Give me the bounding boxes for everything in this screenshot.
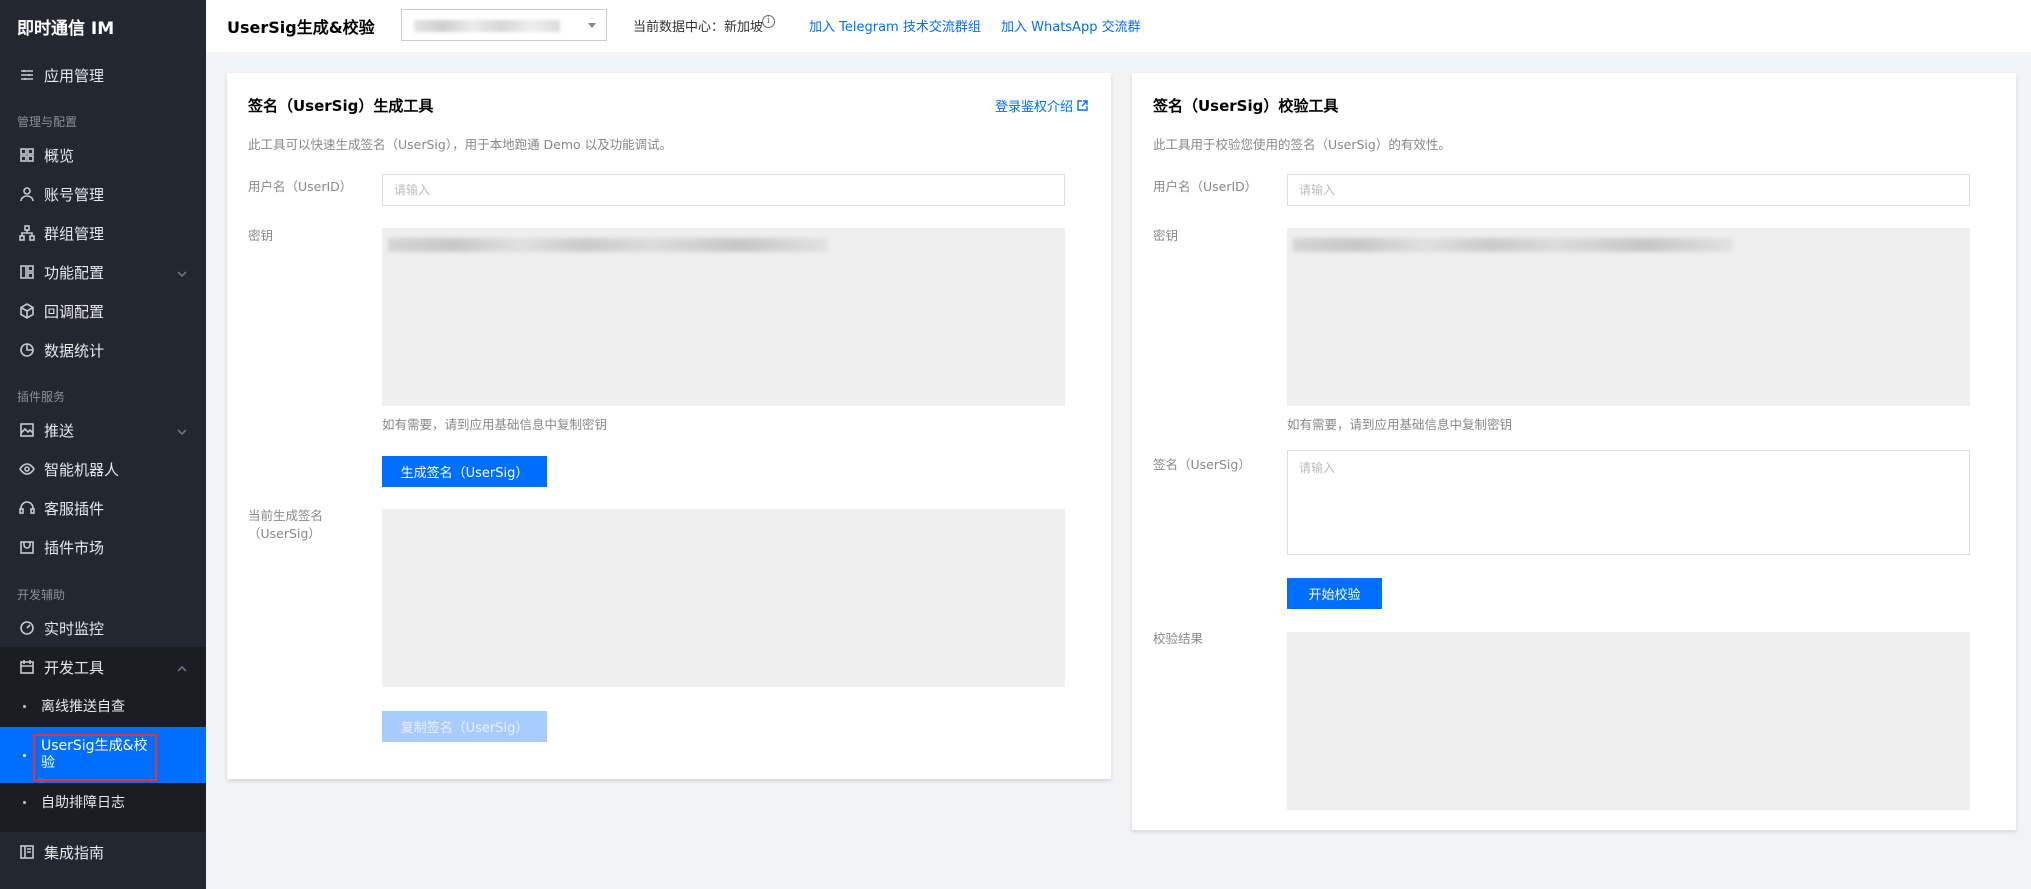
sidebar-item-label: 实时监控 (44, 619, 105, 638)
current-sig-label-line2: （UserSig） (248, 526, 321, 541)
pie-chart-icon (16, 339, 38, 361)
usersig-input[interactable]: 请输入 (1287, 450, 1970, 555)
current-sig-label-line1: 当前生成签名 (248, 508, 324, 523)
sidebar-subitem-troubleshoot[interactable]: 自助排障日志 (0, 783, 206, 821)
external-link-icon (1077, 100, 1088, 111)
sidebar-item-app-management[interactable]: 应用管理 (0, 56, 206, 94)
generate-usersig-button[interactable]: 生成签名（UserSig） (382, 456, 547, 487)
info-icon[interactable]: i (762, 15, 775, 28)
userid-label: 用户名（UserID） (1153, 179, 1258, 194)
sidebar-item-callback-config[interactable]: 回调配置 (0, 292, 206, 330)
start-verify-button[interactable]: 开始校验 (1287, 578, 1382, 609)
sidebar-subitem-offline-push[interactable]: 离线推送自查 (0, 687, 206, 725)
generator-description: 此工具可以快速生成签名（UserSig），用于本地跑通 Demo 以及功能调试。 (248, 137, 673, 152)
userid-input[interactable]: 请输入 (1287, 174, 1970, 206)
cube-icon (16, 300, 38, 322)
sidebar-item-label: 功能配置 (44, 263, 105, 282)
headset-icon (16, 497, 38, 519)
sidebar-item-label: 开发工具 (44, 658, 105, 677)
sidebar-item-label: 应用管理 (44, 66, 105, 85)
telegram-group-link[interactable]: 加入 Telegram 技术交流群组 (809, 16, 981, 35)
sidebar-item-dev-tools[interactable]: 开发工具 (0, 648, 206, 686)
sidebar-item-label: 概览 (44, 146, 75, 165)
verifier-description: 此工具用于校验您使用的签名（UserSig）的有效性。 (1153, 137, 1451, 152)
grid-icon (16, 144, 38, 166)
key-label: 密钥 (248, 228, 274, 243)
gauge-icon (16, 617, 38, 639)
verify-result-output (1287, 632, 1970, 810)
verifier-title: 签名（UserSig）校验工具 (1153, 97, 1339, 115)
generator-title: 签名（UserSig）生成工具 (248, 97, 434, 115)
sidebar-item-label: 客服插件 (44, 499, 105, 518)
secret-key-field[interactable] (382, 228, 1065, 406)
group-label-dev-aids: 开发辅助 (17, 588, 66, 602)
store-icon (16, 536, 38, 558)
sidebar-item-plugin-market[interactable]: 插件市场 (0, 528, 206, 566)
copy-usersig-button[interactable]: 复制签名（UserSig） (382, 711, 547, 742)
app-selector-dropdown[interactable] (401, 9, 607, 41)
bullet-icon (23, 800, 26, 804)
sidebar-item-label: 插件市场 (44, 538, 105, 557)
calendar-icon (16, 656, 38, 678)
sidebar-item-label: 智能机器人 (44, 460, 120, 479)
sidebar-item-label: 自助排障日志 (41, 795, 125, 811)
chevron-down-icon (176, 424, 188, 436)
sidebar: 即时通信 IM 应用管理 管理与配置 概览 账号管理 群组管理 功能配置 回调配… (0, 0, 206, 889)
highlight-annotation-box (33, 734, 157, 781)
userid-input[interactable]: 请输入 (382, 174, 1065, 206)
sidebar-item-customer-service[interactable]: 客服插件 (0, 489, 206, 527)
secret-key-field[interactable] (1287, 228, 1970, 406)
page-title: UserSig生成&校验 (227, 18, 375, 37)
key-hint: 如有需要，请到应用基础信息中复制密钥 (1287, 417, 1513, 432)
sidebar-item-chatbot[interactable]: 智能机器人 (0, 450, 206, 488)
whatsapp-group-link[interactable]: 加入 WhatsApp 交流群 (1001, 16, 1141, 35)
redacted-app-name (414, 20, 560, 32)
brand-title: 即时通信 IM (17, 19, 115, 39)
redacted-secret-key (1293, 238, 1733, 252)
userid-label: 用户名（UserID） (248, 179, 353, 194)
redacted-secret-key (388, 238, 828, 252)
image-icon (16, 419, 38, 441)
eye-icon (16, 458, 38, 480)
auth-intro-link[interactable]: 登录鉴权介绍 (995, 96, 1088, 115)
usersig-verifier-panel: 签名（UserSig）校验工具 此工具用于校验您使用的签名（UserSig）的有… (1132, 73, 2016, 830)
user-icon (16, 183, 38, 205)
sliders-icon (16, 64, 38, 86)
sidebar-item-label: 回调配置 (44, 302, 105, 321)
top-header: UserSig生成&校验 当前数据中心：新加坡 i 加入 Telegram 技术… (206, 0, 2031, 52)
sidebar-item-label: 群组管理 (44, 224, 105, 243)
sidebar-item-overview[interactable]: 概览 (0, 136, 206, 174)
group-label-manage-config: 管理与配置 (17, 115, 78, 129)
book-icon (16, 841, 38, 863)
sidebar-item-integration-guide[interactable]: 集成指南 (0, 833, 206, 871)
caret-down-icon (588, 23, 596, 28)
chevron-up-icon (176, 661, 188, 673)
usersig-generator-panel: 签名（UserSig）生成工具 登录鉴权介绍 此工具可以快速生成签名（UserS… (227, 73, 1111, 779)
generated-usersig-output[interactable] (382, 509, 1065, 687)
sidebar-item-realtime-monitor[interactable]: 实时监控 (0, 609, 206, 647)
sidebar-item-label: 推送 (44, 421, 75, 440)
chevron-down-icon (176, 266, 188, 278)
datacenter-label: 当前数据中心：新加坡 (633, 20, 764, 35)
current-sig-label: 当前生成签名 （UserSig） (248, 507, 323, 543)
sidebar-item-label: 离线推送自查 (41, 699, 125, 715)
sidebar-item-label: 账号管理 (44, 185, 105, 204)
org-chart-icon (16, 222, 38, 244)
sidebar-item-group-management[interactable]: 群组管理 (0, 214, 206, 252)
auth-intro-link-label: 登录鉴权介绍 (995, 100, 1074, 115)
group-label-plugins: 插件服务 (17, 390, 66, 404)
sidebar-item-label: 集成指南 (44, 843, 105, 862)
bullet-icon (23, 704, 26, 708)
key-hint: 如有需要，请到应用基础信息中复制密钥 (382, 417, 608, 432)
bullet-icon (23, 753, 26, 757)
sidebar-item-feature-config[interactable]: 功能配置 (0, 253, 206, 291)
sidebar-item-label: 数据统计 (44, 341, 105, 360)
sidebar-item-account-management[interactable]: 账号管理 (0, 175, 206, 213)
sidebar-item-push[interactable]: 推送 (0, 411, 206, 449)
sidebar-item-data-stats[interactable]: 数据统计 (0, 331, 206, 369)
key-label: 密钥 (1153, 228, 1179, 243)
layout-icon (16, 261, 38, 283)
usersig-label: 签名（UserSig） (1153, 457, 1251, 472)
verify-result-label: 校验结果 (1153, 631, 1204, 646)
